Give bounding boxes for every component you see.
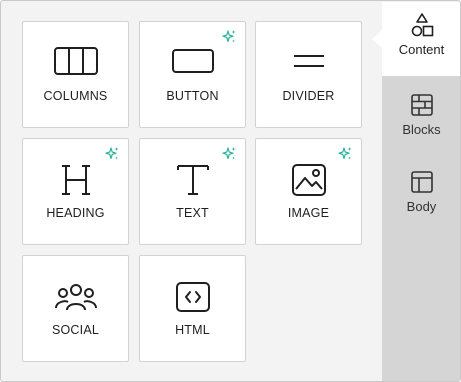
tab-label: Content [398,42,445,57]
blocks-grid-icon [410,94,433,116]
tab-body[interactable]: Body [382,159,460,233]
tile-label: IMAGE [287,206,330,220]
text-icon [176,165,209,195]
sidebar: Content Blocks Body [382,2,460,381]
ai-sparkle-icon [222,30,236,43]
button-icon [171,49,214,73]
tab-label: Body [406,199,437,214]
tab-label: Blocks [402,122,441,137]
columns-icon [53,47,98,75]
shapes-icon [411,13,433,37]
editor-panel: COLUMNS BUTTON DIVIDER HEADING TEXT IMAG… [0,0,461,382]
tile-label: HTML [175,323,210,337]
tile-html[interactable]: HTML [139,255,246,362]
heading-icon [61,165,90,195]
active-tab-pointer [372,30,382,48]
tile-heading[interactable]: HEADING [22,138,129,245]
layout-icon [410,171,433,193]
tile-label: SOCIAL [51,323,100,337]
tab-content[interactable]: Content [382,2,460,76]
content-tiles-area: COLUMNS BUTTON DIVIDER HEADING TEXT IMAG… [2,2,382,381]
image-icon [291,164,326,196]
social-icon [54,284,97,311]
tile-label: TEXT [176,206,209,220]
tile-label: COLUMNS [43,89,108,103]
tile-text[interactable]: TEXT [139,138,246,245]
tile-label: HEADING [46,206,105,220]
ai-sparkle-icon [105,147,119,160]
html-code-icon [175,282,210,312]
tile-divider[interactable]: DIVIDER [255,21,362,128]
tile-label: DIVIDER [282,89,335,103]
ai-sparkle-icon [222,147,236,160]
tile-columns[interactable]: COLUMNS [22,21,129,128]
ai-sparkle-icon [338,147,352,160]
tile-image[interactable]: IMAGE [255,138,362,245]
tile-button[interactable]: BUTTON [139,21,246,128]
tab-blocks[interactable]: Blocks [382,82,460,156]
tile-social[interactable]: SOCIAL [22,255,129,362]
divider-icon [293,55,324,67]
tile-label: BUTTON [166,89,219,103]
